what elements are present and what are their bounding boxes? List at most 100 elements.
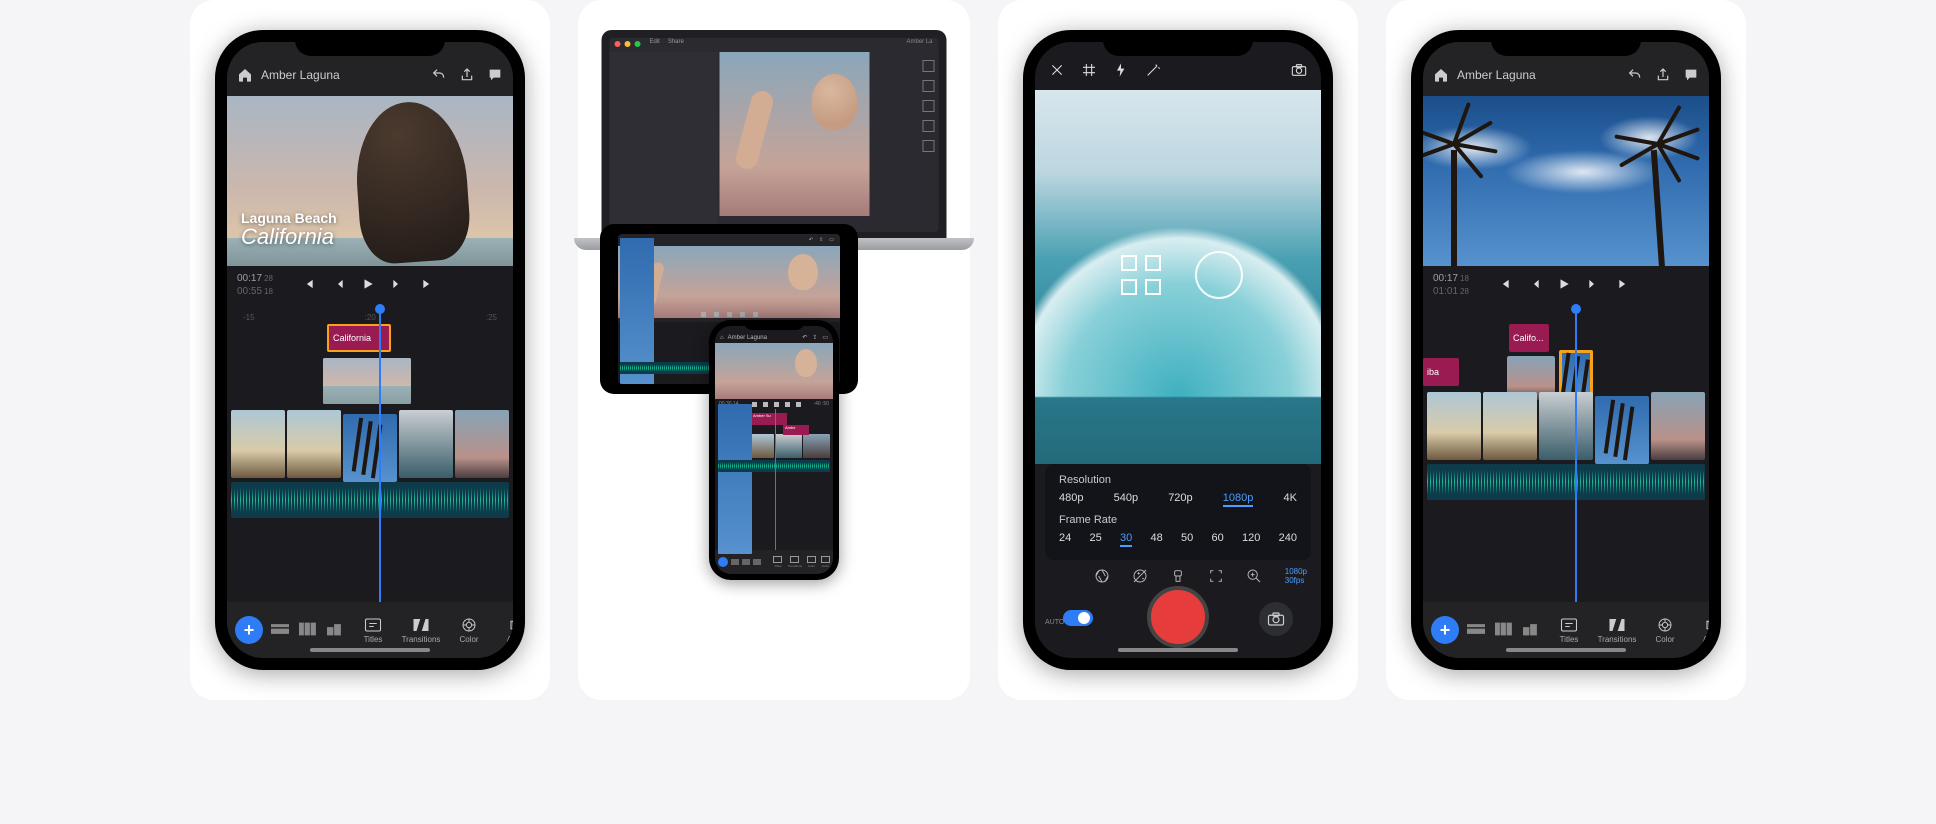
audio-button[interactable]: Audio <box>1693 617 1709 644</box>
title-clip[interactable]: Califo... <box>1509 324 1549 352</box>
frame-back-icon[interactable] <box>331 277 345 294</box>
preview-area[interactable]: Laguna Beach California <box>227 96 513 266</box>
close-icon[interactable] <box>1049 62 1065 83</box>
playhead[interactable] <box>379 304 381 602</box>
home-icon[interactable] <box>1433 67 1449 83</box>
transitions-button[interactable]: Transitions <box>401 617 441 644</box>
magic-wand-icon[interactable] <box>1145 62 1161 83</box>
share-icon[interactable] <box>1655 67 1671 83</box>
share-icon[interactable] <box>459 67 475 83</box>
audio-button[interactable]: Audio <box>497 617 513 644</box>
undo-icon[interactable] <box>431 67 447 83</box>
clip-beach-2[interactable] <box>287 410 341 478</box>
home-indicator <box>1506 648 1626 652</box>
comment-icon[interactable] <box>1683 67 1699 83</box>
fps-120[interactable]: 120 <box>1242 532 1260 544</box>
clip-beach-2[interactable] <box>1483 392 1537 460</box>
color-button[interactable]: Color <box>449 617 489 644</box>
skip-fwd-icon[interactable] <box>421 277 435 294</box>
play-icon[interactable] <box>1557 277 1571 294</box>
aperture-icon[interactable] <box>1094 568 1110 589</box>
titles-button[interactable]: Titles <box>353 617 393 644</box>
camera-screen: Resolution 480p 540p 720p 1080p 4K Frame… <box>1035 42 1321 658</box>
exposure-ring[interactable] <box>1195 251 1243 299</box>
clip-surf[interactable] <box>1539 392 1593 460</box>
layout-icon-3[interactable] <box>325 622 347 638</box>
record-button[interactable] <box>1147 586 1209 648</box>
screen-4: Amber Laguna <box>1423 42 1709 658</box>
skip-back-icon[interactable] <box>301 277 315 294</box>
camera-format-info[interactable]: 1080p 30fps <box>1285 568 1307 586</box>
layout-icon-3[interactable] <box>1521 622 1543 638</box>
video-track[interactable] <box>1423 392 1709 460</box>
layout-icon-1[interactable] <box>1465 622 1487 638</box>
frame-fwd-icon[interactable] <box>391 277 405 294</box>
playhead[interactable] <box>1575 304 1577 602</box>
clip-beach-1[interactable] <box>231 410 285 478</box>
transport-controls <box>1497 277 1631 294</box>
res-540p[interactable]: 540p <box>1114 492 1138 504</box>
fps-60[interactable]: 60 <box>1212 532 1224 544</box>
fps-48[interactable]: 48 <box>1151 532 1163 544</box>
preview-area[interactable] <box>1423 96 1709 266</box>
clip-palm[interactable] <box>343 414 397 482</box>
screen-1: Amber Laguna <box>227 42 513 658</box>
titles-button[interactable]: Titles <box>1549 617 1589 644</box>
undo-icon[interactable] <box>1627 67 1643 83</box>
title-clip-2[interactable]: iba <box>1423 358 1459 386</box>
color-button[interactable]: Color <box>1645 617 1685 644</box>
clip-people[interactable] <box>455 410 509 478</box>
timeline[interactable]: Califo... iba <box>1423 304 1709 602</box>
clip-palm[interactable] <box>1595 396 1649 464</box>
camera-viewfinder[interactable] <box>1035 90 1321 464</box>
zoom-icon[interactable] <box>1246 568 1262 589</box>
skip-fwd-icon[interactable] <box>1617 277 1631 294</box>
exposure-icon[interactable] <box>1132 568 1148 589</box>
grid-icon[interactable] <box>1081 62 1097 83</box>
clip-surf[interactable] <box>399 410 453 478</box>
camera-controls: 1080p 30fps AUTO <box>1035 568 1321 648</box>
res-1080p[interactable]: 1080p <box>1223 492 1254 504</box>
whitebalance-icon[interactable] <box>1170 568 1186 589</box>
camera-tool-row <box>1035 568 1321 589</box>
auto-toggle[interactable] <box>1063 610 1093 626</box>
overlay-clip[interactable] <box>323 358 411 404</box>
title-clip[interactable]: California <box>327 324 391 352</box>
mac-menu: Edit Share <box>650 39 684 45</box>
layout-icon-2[interactable] <box>1493 622 1515 638</box>
add-media-button[interactable]: + <box>235 616 263 644</box>
focus-icon[interactable] <box>1208 568 1224 589</box>
skip-back-icon[interactable] <box>1497 277 1511 294</box>
frame-fwd-icon[interactable] <box>1587 277 1601 294</box>
fps-240[interactable]: 240 <box>1279 532 1297 544</box>
comment-icon[interactable] <box>487 67 503 83</box>
fps-50[interactable]: 50 <box>1181 532 1193 544</box>
video-track[interactable] <box>227 410 513 478</box>
frame-back-icon[interactable] <box>1527 277 1541 294</box>
camera-icon[interactable] <box>1291 62 1307 83</box>
add-media-button[interactable]: + <box>1431 616 1459 644</box>
clip-beach[interactable] <box>1427 392 1481 460</box>
layout-icon-1[interactable] <box>269 622 291 638</box>
switch-camera-button[interactable] <box>1259 602 1293 636</box>
home-indicator <box>310 648 430 652</box>
play-icon[interactable] <box>361 277 375 294</box>
res-720p[interactable]: 720p <box>1168 492 1192 504</box>
res-480p[interactable]: 480p <box>1059 492 1083 504</box>
fps-30[interactable]: 30 <box>1120 532 1132 544</box>
flash-icon[interactable] <box>1113 62 1129 83</box>
ruler <box>1423 310 1709 324</box>
res-4k[interactable]: 4K <box>1283 492 1296 504</box>
fps-24[interactable]: 24 <box>1059 532 1071 544</box>
timeline[interactable]: -15 :20 :25 California <box>227 304 513 602</box>
ruler: -15 :20 :25 <box>227 310 513 324</box>
audio-track[interactable] <box>231 482 509 518</box>
clip-woman[interactable] <box>1651 392 1705 460</box>
audio-track[interactable] <box>1427 464 1705 500</box>
focus-box[interactable] <box>1121 255 1161 295</box>
panel-3: Resolution 480p 540p 720p 1080p 4K Frame… <box>998 0 1358 700</box>
transitions-button[interactable]: Transitions <box>1597 617 1637 644</box>
layout-icon-2[interactable] <box>297 622 319 638</box>
fps-25[interactable]: 25 <box>1090 532 1102 544</box>
home-icon[interactable] <box>237 67 253 83</box>
